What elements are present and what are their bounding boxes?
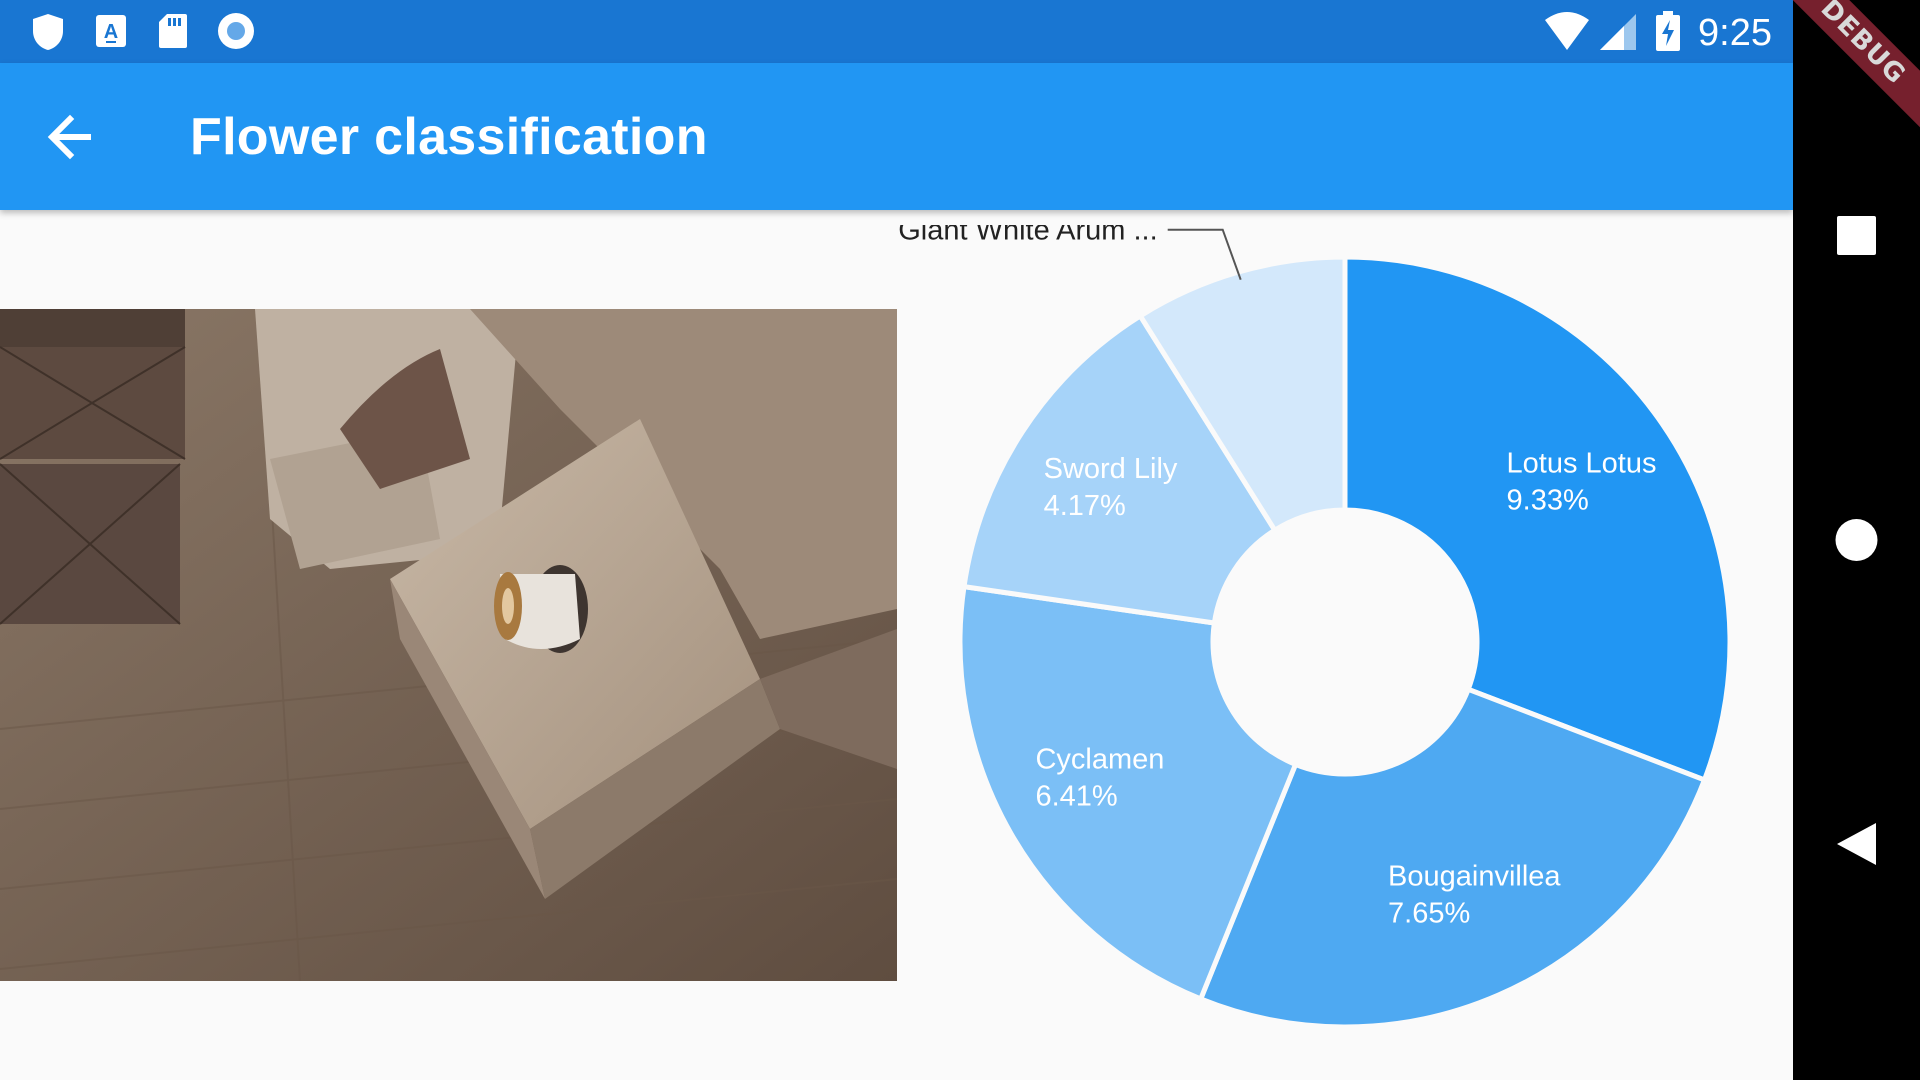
back-button[interactable]	[40, 107, 110, 167]
slice-label: Giant White Arum ...	[898, 225, 1157, 247]
classification-donut-chart: Lotus Lotus 9.33% Bougainvillea 7.65% Cyclam…	[898, 225, 1733, 1030]
slice-value-label: 9.33%	[1507, 484, 1589, 516]
slice-value-label: 7.65%	[1388, 897, 1470, 929]
system-back-button[interactable]	[1793, 785, 1920, 905]
home-button[interactable]	[1793, 480, 1920, 600]
status-bar: A 9:25	[0, 0, 1793, 63]
recents-square-icon	[1837, 216, 1876, 255]
app-screen: A 9:25 Flower classification Lotus Lotus…	[0, 0, 1793, 1080]
slice-value-label: 6.41%	[1035, 781, 1117, 813]
page-title: Flower classification	[190, 108, 708, 166]
record-icon	[218, 13, 254, 49]
shield-icon	[33, 14, 63, 50]
scene-photo	[0, 309, 897, 981]
recents-button[interactable]	[1793, 175, 1920, 295]
navigation-bar	[1793, 0, 1920, 1080]
arrow-back-icon	[47, 114, 91, 160]
status-time: 9:25	[1698, 12, 1772, 54]
slice-label: Lotus Lotus	[1507, 447, 1657, 479]
slice-label: Cyclamen	[1035, 744, 1164, 776]
home-circle-icon	[1835, 519, 1878, 561]
slice-label: Bougainvillea	[1388, 860, 1561, 892]
svg-text:A: A	[104, 21, 118, 43]
back-triangle-icon	[1837, 823, 1876, 865]
cell-signal-icon	[1600, 14, 1636, 50]
app-bar: Flower classification	[0, 63, 1793, 210]
pie-slice	[1342, 254, 1733, 784]
wifi-icon	[1545, 12, 1589, 50]
battery-charging-icon	[1656, 11, 1680, 51]
slice-label: Sword Lily	[1044, 453, 1178, 485]
slice-value-label: 4.17%	[1044, 490, 1126, 522]
keyboard-a-icon: A	[96, 15, 126, 47]
sd-card-icon	[159, 14, 187, 48]
